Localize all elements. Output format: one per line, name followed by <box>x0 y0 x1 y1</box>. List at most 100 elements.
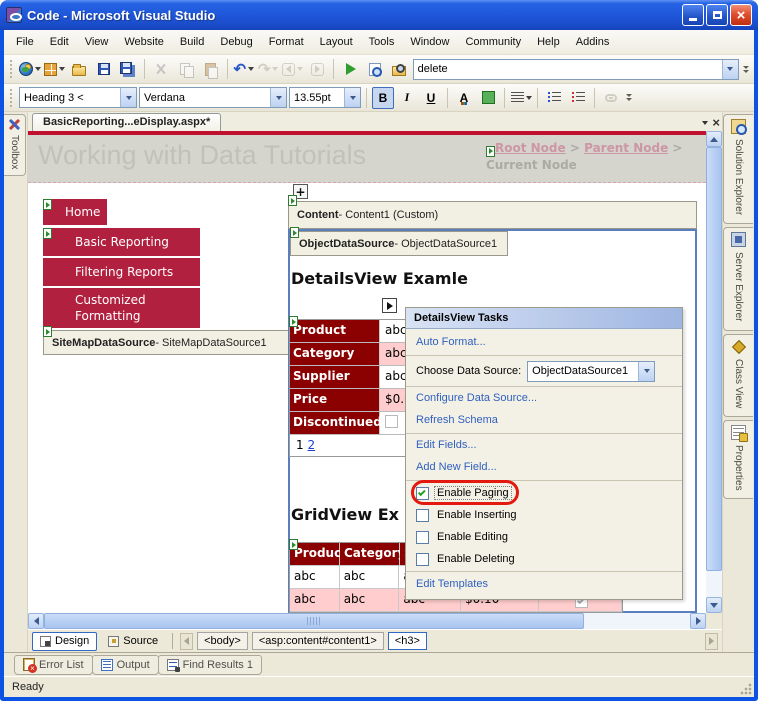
data-source-combo-dropdown[interactable] <box>638 361 655 381</box>
server-explorer-tab[interactable]: Server Explorer <box>723 227 753 331</box>
tag-nav-right-button[interactable] <box>705 632 718 650</box>
highlight-button[interactable] <box>477 87 499 109</box>
enable-paging-checkbox[interactable] <box>416 486 429 500</box>
data-source-combo-value[interactable]: ObjectDataSource1 <box>528 365 638 377</box>
toolbar-overflow-button[interactable] <box>626 94 632 101</box>
undo-button[interactable] <box>233 58 255 80</box>
tag-nav-left-button[interactable] <box>180 632 194 650</box>
auto-format-link[interactable]: Auto Format... <box>406 332 682 354</box>
add-new-field-link[interactable]: Add New Field... <box>406 457 682 479</box>
new-website-button[interactable] <box>19 58 42 80</box>
enable-editing-checkbox[interactable] <box>416 530 429 544</box>
tag-h3[interactable]: <h3> <box>387 632 427 650</box>
toolbar-grip[interactable] <box>10 88 14 107</box>
bold-button[interactable]: B <box>372 86 394 109</box>
navigate-forward-button[interactable] <box>306 58 328 80</box>
menu-file[interactable]: File <box>8 33 42 51</box>
breadcrumb-root-link[interactable]: Root Node <box>495 141 566 155</box>
font-combo[interactable]: Verdana <box>139 87 287 108</box>
tag-asp-content[interactable]: <asp:content#content1> <box>251 632 384 650</box>
nav-item-home[interactable]: Home <box>43 199 107 225</box>
vertical-scrollbar[interactable] <box>706 131 722 613</box>
nav-item-filtering-reports[interactable]: Filtering Reports <box>43 258 200 286</box>
toolbar-grip[interactable] <box>10 60 14 78</box>
hyperlink-button[interactable] <box>600 87 622 109</box>
menu-build[interactable]: Build <box>172 33 212 51</box>
style-combo-dropdown[interactable] <box>120 88 136 107</box>
enable-paging-label[interactable]: Enable Paging <box>434 486 512 500</box>
enable-inserting-label[interactable]: Enable Inserting <box>435 509 519 521</box>
error-list-tab[interactable]: Error List <box>14 654 93 675</box>
maximize-button[interactable] <box>706 4 728 26</box>
sitemapdatasource-control[interactable]: SiteMapDataSource - SiteMapDataSource1 <box>43 330 301 355</box>
paste-button[interactable] <box>199 58 221 80</box>
enable-inserting-checkbox[interactable] <box>416 508 429 522</box>
add-new-item-button[interactable] <box>43 58 66 80</box>
redo-button[interactable] <box>257 58 279 80</box>
close-document-icon[interactable] <box>712 114 720 132</box>
menu-window[interactable]: Window <box>402 33 457 51</box>
toolbar-overflow-button[interactable] <box>742 65 749 73</box>
refresh-schema-link[interactable]: Refresh Schema <box>406 410 682 432</box>
font-combo-value[interactable]: Verdana <box>140 92 270 104</box>
design-surface[interactable]: Working with Data Tutorials Root Node > … <box>28 131 706 613</box>
search-combo[interactable]: delete <box>412 58 739 80</box>
horizontal-scroll-thumb[interactable] <box>44 613 584 629</box>
objectdatasource-control[interactable]: ObjectDataSource - ObjectDataSource1 <box>290 231 508 256</box>
discontinued-checkbox[interactable] <box>385 415 398 428</box>
menu-debug[interactable]: Debug <box>212 33 260 51</box>
enable-deleting-label[interactable]: Enable Deleting <box>435 553 517 565</box>
italic-button[interactable]: I <box>396 87 418 109</box>
save-button[interactable] <box>92 58 114 80</box>
smart-tag-button[interactable] <box>382 298 397 313</box>
find-in-files-button[interactable] <box>388 58 410 80</box>
copy-button[interactable] <box>175 58 197 80</box>
class-view-tab[interactable]: Class View <box>723 333 753 417</box>
output-tab[interactable]: Output <box>91 654 159 675</box>
underline-button[interactable]: U <box>420 87 442 109</box>
menu-layout[interactable]: Layout <box>312 33 361 51</box>
edit-fields-link[interactable]: Edit Fields... <box>406 435 682 457</box>
enable-deleting-checkbox[interactable] <box>416 552 429 566</box>
scroll-left-button[interactable] <box>28 613 44 629</box>
menu-website[interactable]: Website <box>116 33 172 51</box>
vertical-scroll-thumb[interactable] <box>706 147 722 571</box>
navigate-backward-button[interactable] <box>281 58 304 80</box>
open-file-button[interactable] <box>68 58 90 80</box>
design-view-button[interactable]: Design <box>32 631 98 651</box>
font-size-combo-dropdown[interactable] <box>344 88 360 107</box>
menu-help[interactable]: Help <box>529 33 568 51</box>
view-in-browser-button[interactable] <box>364 58 386 80</box>
document-tab[interactable]: BasicReporting...eDisplay.aspx* <box>32 113 222 131</box>
font-color-button[interactable]: A <box>453 87 475 109</box>
align-button[interactable] <box>510 87 532 109</box>
menu-view[interactable]: View <box>77 33 117 51</box>
edit-templates-link[interactable]: Edit Templates <box>406 573 682 595</box>
toolbox-tab[interactable]: Toolbox <box>4 114 26 177</box>
menu-format[interactable]: Format <box>261 33 312 51</box>
find-results-tab[interactable]: Find Results 1 <box>157 654 262 675</box>
horizontal-scrollbar[interactable] <box>28 613 706 629</box>
numbered-list-button[interactable] <box>567 87 589 109</box>
scroll-track[interactable] <box>584 613 690 629</box>
menu-addins[interactable]: Addins <box>568 33 618 51</box>
nav-item-basic-reporting[interactable]: Basic Reporting <box>43 228 200 256</box>
content-placeholder-header[interactable]: Content - Content1 (Custom) <box>288 201 697 229</box>
tag-body[interactable]: <body> <box>197 632 248 650</box>
start-debugging-button[interactable] <box>339 58 361 80</box>
scroll-right-button[interactable] <box>690 613 706 629</box>
style-combo[interactable]: Heading 3 < <box>19 87 137 108</box>
solution-explorer-tab[interactable]: Solution Explorer <box>723 114 753 225</box>
menu-tools[interactable]: Tools <box>361 33 403 51</box>
minimize-button[interactable] <box>682 4 704 26</box>
active-files-dropdown-icon[interactable] <box>702 121 709 125</box>
pager-page2-link[interactable]: 2 <box>307 438 315 452</box>
menu-edit[interactable]: Edit <box>42 33 77 51</box>
enable-editing-label[interactable]: Enable Editing <box>435 531 510 543</box>
font-combo-dropdown[interactable] <box>270 88 286 107</box>
properties-tab[interactable]: Properties <box>723 419 753 500</box>
scroll-down-button[interactable] <box>706 597 722 613</box>
style-combo-value[interactable]: Heading 3 < <box>20 92 120 104</box>
source-view-button[interactable]: Source <box>101 632 165 651</box>
font-size-combo[interactable]: 13.55pt <box>289 87 361 108</box>
